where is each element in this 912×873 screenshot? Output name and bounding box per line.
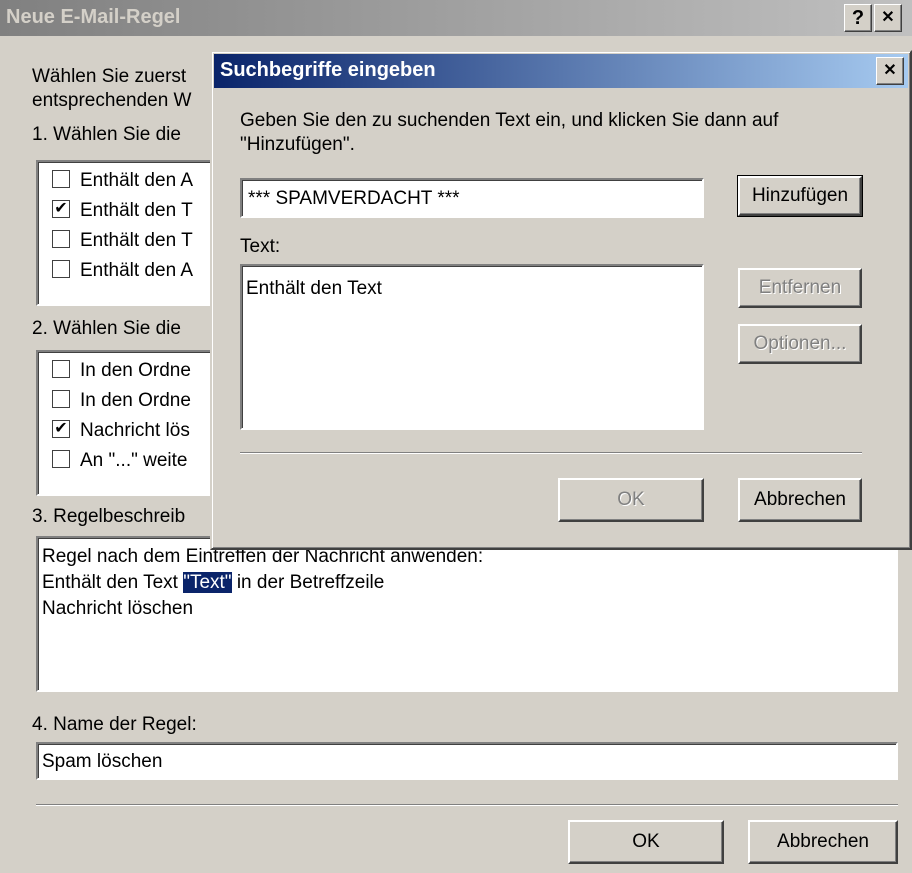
checkbox[interactable] [52,229,70,248]
dialog-close-button[interactable]: ✕ [876,57,904,85]
dialog-titlebar[interactable]: Suchbegriffe eingeben ✕ [214,54,908,88]
rule-name-input[interactable]: Spam löschen [36,742,898,780]
search-term-input[interactable]: *** SPAMVERDACHT *** [240,178,704,218]
main-titlebar[interactable]: Neue E-Mail-Regel ? ✕ [0,0,912,36]
action-item[interactable]: In den Ordne [52,389,191,420]
dialog-ok-button[interactable]: OK [558,478,704,522]
dialog-title: Suchbegriffe eingeben [220,59,436,81]
action-label: Nachricht lös [80,420,190,441]
condition-label: Enthält den T [80,200,193,221]
condition-item[interactable]: Enthält den A [52,169,194,200]
list-item[interactable]: Enthält den Text [246,278,382,300]
checkbox[interactable] [52,359,70,378]
dialog-instruction-line1: Geben Sie den zu suchenden Text ein, und… [240,110,779,131]
description-line2-prefix: Enthält den Text [42,572,184,593]
add-button[interactable]: Hinzufügen [737,175,863,217]
rule-description-box[interactable]: Regel nach dem Eintreffen der Nachricht … [36,536,898,692]
search-term-value: *** SPAMVERDACHT *** [248,188,460,209]
intro-text-line1: Wählen Sie zuerst [32,66,187,87]
rule-name-value: Spam löschen [42,751,163,772]
options-button[interactable]: Optionen... [738,324,862,364]
action-item[interactable]: An "..." weite [52,449,188,480]
step4-label: 4. Name der Regel: [32,714,197,735]
main-cancel-button[interactable]: Abbrechen [748,820,898,864]
checkbox-checked[interactable]: ✔ [52,199,70,218]
conditions-list[interactable]: Enthält den A ✔ Enthält den T Enthält den… [36,160,236,306]
description-line2-suffix: in der Betreffzeile [231,572,385,593]
main-close-button[interactable]: ✕ [874,4,902,32]
step1-label: 1. Wählen Sie die [32,124,181,145]
dialog-cancel-button[interactable]: Abbrechen [738,478,862,522]
dialog-instruction-line2: "Hinzufügen". [240,134,355,155]
action-label: In den Ordne [80,390,191,411]
dialog-separator [240,452,862,454]
main-separator [36,804,898,806]
checkbox[interactable] [52,259,70,278]
action-label: An "..." weite [80,450,188,471]
intro-text-line2: entsprechenden W [32,90,192,111]
search-terms-dialog: Suchbegriffe eingeben ✕ Geben Sie den zu… [210,50,912,550]
help-button[interactable]: ? [844,4,872,32]
checkbox-checked[interactable]: ✔ [52,419,70,438]
remove-button[interactable]: Entfernen [738,268,862,308]
action-item[interactable]: ✔ Nachricht lös [52,419,190,450]
text-list[interactable]: Enthält den Text [240,264,704,430]
text-link[interactable]: "Text" [183,572,232,593]
description-line3: Nachricht löschen [42,598,194,619]
checkbox[interactable] [52,169,70,188]
checkbox[interactable] [52,449,70,468]
condition-label: Enthält den A [80,170,194,191]
description-line2: Enthält den Text "Text" in der Betreffze… [42,572,384,594]
condition-item[interactable]: Enthält den A [52,259,194,290]
condition-label: Enthält den A [80,260,194,281]
action-label: In den Ordne [80,360,191,381]
text-label: Text: [240,236,281,257]
condition-item[interactable]: ✔ Enthält den T [52,199,193,230]
condition-item[interactable]: Enthält den T [52,229,193,260]
main-ok-button[interactable]: OK [568,820,724,864]
condition-label: Enthält den T [80,230,193,251]
step3-label: 3. Regelbeschreib [32,506,186,527]
action-item[interactable]: In den Ordne [52,359,191,390]
checkbox[interactable] [52,389,70,408]
step2-label: 2. Wählen Sie die [32,318,181,339]
main-window-title: Neue E-Mail-Regel [6,6,181,28]
actions-list[interactable]: In den Ordne In den Ordne ✔ Nachricht lös… [36,350,236,496]
